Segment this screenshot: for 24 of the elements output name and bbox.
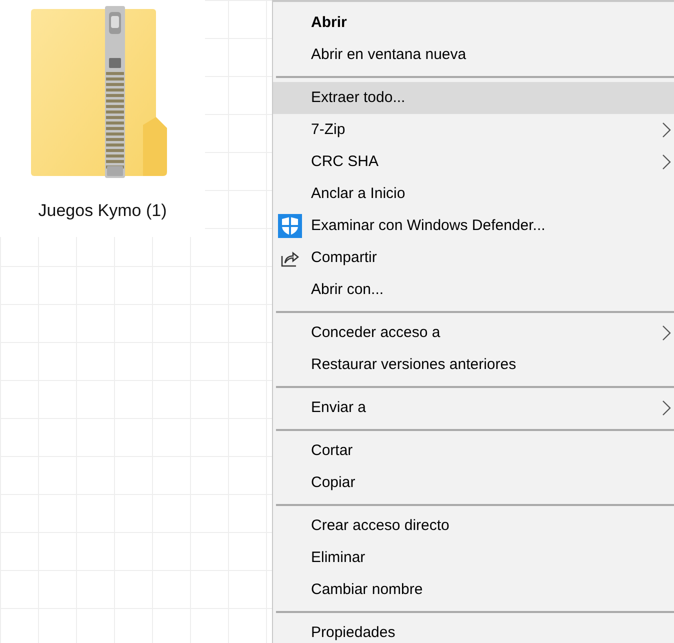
menu-item[interactable]: Eliminar xyxy=(273,542,674,574)
chevron-right-icon xyxy=(662,325,671,341)
menu-item[interactable]: Cambiar nombre xyxy=(273,574,674,606)
menu-item[interactable]: Conceder acceso a xyxy=(273,317,674,349)
menu-item[interactable]: Enviar a xyxy=(273,392,674,424)
menu-item[interactable]: CRC SHA xyxy=(273,146,674,178)
menu-item[interactable]: Propiedades xyxy=(273,617,674,643)
menu-item[interactable]: Abrir en ventana nueva xyxy=(273,39,674,71)
shield-icon xyxy=(278,214,302,238)
menu-item[interactable]: Abrir con... xyxy=(273,274,674,306)
menu-item[interactable]: Abrir xyxy=(273,7,674,39)
menu-item[interactable]: Restaurar versiones anteriores xyxy=(273,349,674,381)
chevron-right-icon xyxy=(662,400,671,416)
menu-item[interactable]: Cortar xyxy=(273,435,674,467)
menu-item[interactable]: Anclar a Inicio xyxy=(273,178,674,210)
menu-item[interactable]: Copiar xyxy=(273,467,674,499)
chevron-right-icon xyxy=(662,122,671,138)
menu-item[interactable]: Compartir xyxy=(273,242,674,274)
menu-item[interactable]: 7-Zip xyxy=(273,114,674,146)
folder-label: Juegos Kymo (1) xyxy=(38,200,167,222)
menu-item[interactable]: Crear acceso directo xyxy=(273,510,674,542)
chevron-right-icon xyxy=(662,154,671,170)
menu-item[interactable]: Examinar con Windows Defender... xyxy=(273,210,674,242)
menu-item[interactable]: Extraer todo... xyxy=(273,82,674,114)
